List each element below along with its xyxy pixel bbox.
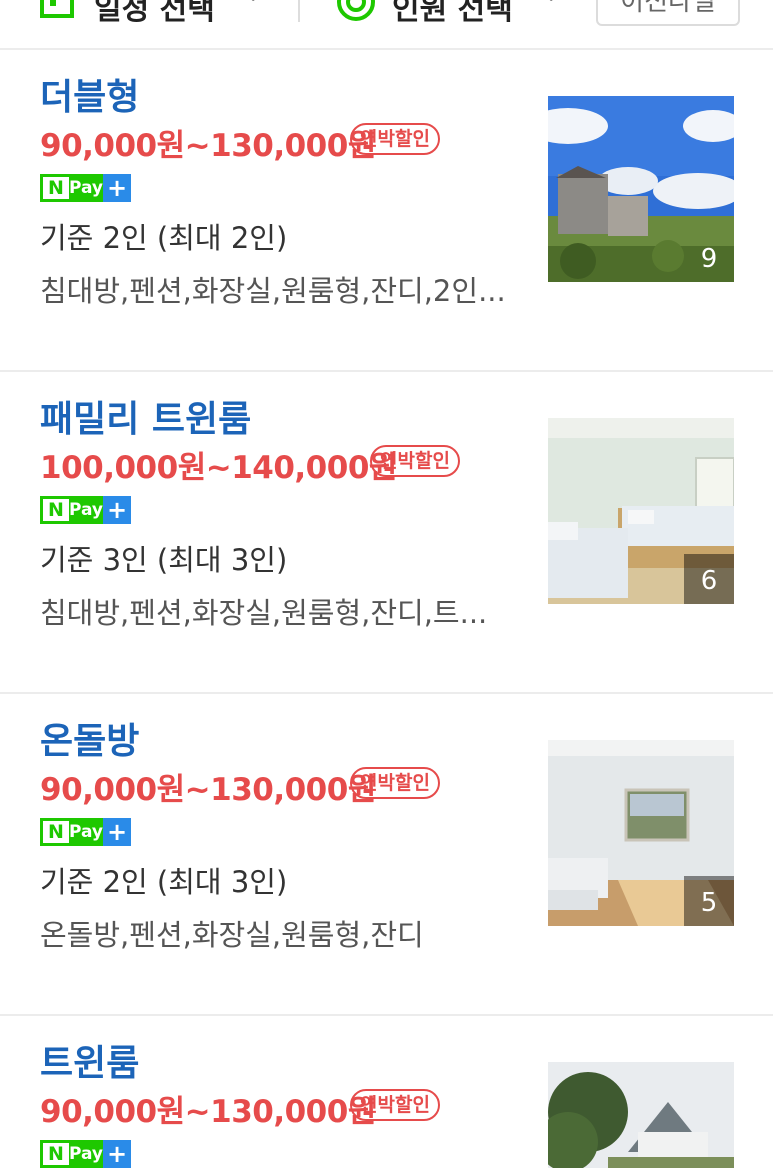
discount-badge: 연박할인 xyxy=(350,1089,440,1121)
room-photo[interactable] xyxy=(548,1062,734,1168)
room-card-twin[interactable]: 트윈룸 90,000원~130,000원 연박할인 N Pay + xyxy=(0,1016,773,1168)
divider xyxy=(298,0,300,22)
room-card-family-twin[interactable]: 패밀리 트윈룸 100,000원~140,000원 연박할인 N Pay + 기… xyxy=(0,372,773,694)
room-photo[interactable]: 5 xyxy=(548,740,734,926)
room-price: 90,000원~130,000원 xyxy=(40,128,376,164)
room-amenities: 침대방,펜션,화장실,원룸형,잔디,2인... xyxy=(40,274,506,308)
photo-count: 9 xyxy=(700,244,718,274)
discount-badge: 연박할인 xyxy=(350,123,440,155)
room-capacity: 기준 2인 (최대 2인) xyxy=(40,221,288,255)
calendar-icon xyxy=(40,0,74,18)
naver-pay-icon: N Pay + xyxy=(40,496,131,524)
room-amenities: 침대방,펜션,화장실,원룸형,잔디,트... xyxy=(40,596,488,630)
room-capacity: 기준 2인 (최대 3인) xyxy=(40,865,288,899)
people-select-label[interactable]: 인원 선택 xyxy=(392,0,513,28)
room-price: 90,000원~130,000원 xyxy=(40,1094,376,1130)
discount-badge: 연박할인 xyxy=(370,445,460,477)
person-icon xyxy=(337,0,375,21)
room-name[interactable]: 트윈룸 xyxy=(40,1034,139,1086)
date-select-label[interactable]: 일정 선택 xyxy=(94,0,215,28)
room-name[interactable]: 온돌방 xyxy=(40,712,139,764)
room-photo[interactable]: 9 xyxy=(548,96,734,282)
naver-pay-icon: N Pay + xyxy=(40,174,131,202)
top-action-button[interactable]: 이전다일 xyxy=(596,0,740,26)
chevron-down-icon[interactable]: ⌄ xyxy=(244,0,262,7)
photo-count: 6 xyxy=(684,554,734,604)
room-card-double[interactable]: 더블형 90,000원~130,000원 연박할인 N Pay + 기준 2인 … xyxy=(0,50,773,372)
room-name[interactable]: 더블형 xyxy=(40,68,139,120)
room-capacity: 기준 3인 (최대 3인) xyxy=(40,543,288,577)
room-photo[interactable]: 6 xyxy=(548,418,734,604)
room-price: 90,000원~130,000원 xyxy=(40,772,376,808)
naver-pay-icon: N Pay + xyxy=(40,1140,131,1168)
room-card-ondol[interactable]: 온돌방 90,000원~130,000원 연박할인 N Pay + 기준 2인 … xyxy=(0,694,773,1016)
filter-bar: 일정 선택 ⌄ 인원 선택 ⌄ 이전다일 xyxy=(0,0,773,50)
chevron-down-icon[interactable]: ⌄ xyxy=(542,0,560,7)
room-amenities: 온돌방,펜션,화장실,원룸형,잔디 xyxy=(40,918,424,952)
discount-badge: 연박할인 xyxy=(350,767,440,799)
naver-pay-icon: N Pay + xyxy=(40,818,131,846)
room-name[interactable]: 패밀리 트윈룸 xyxy=(40,390,251,442)
room-price: 100,000원~140,000원 xyxy=(40,450,397,486)
photo-count: 5 xyxy=(684,876,734,926)
